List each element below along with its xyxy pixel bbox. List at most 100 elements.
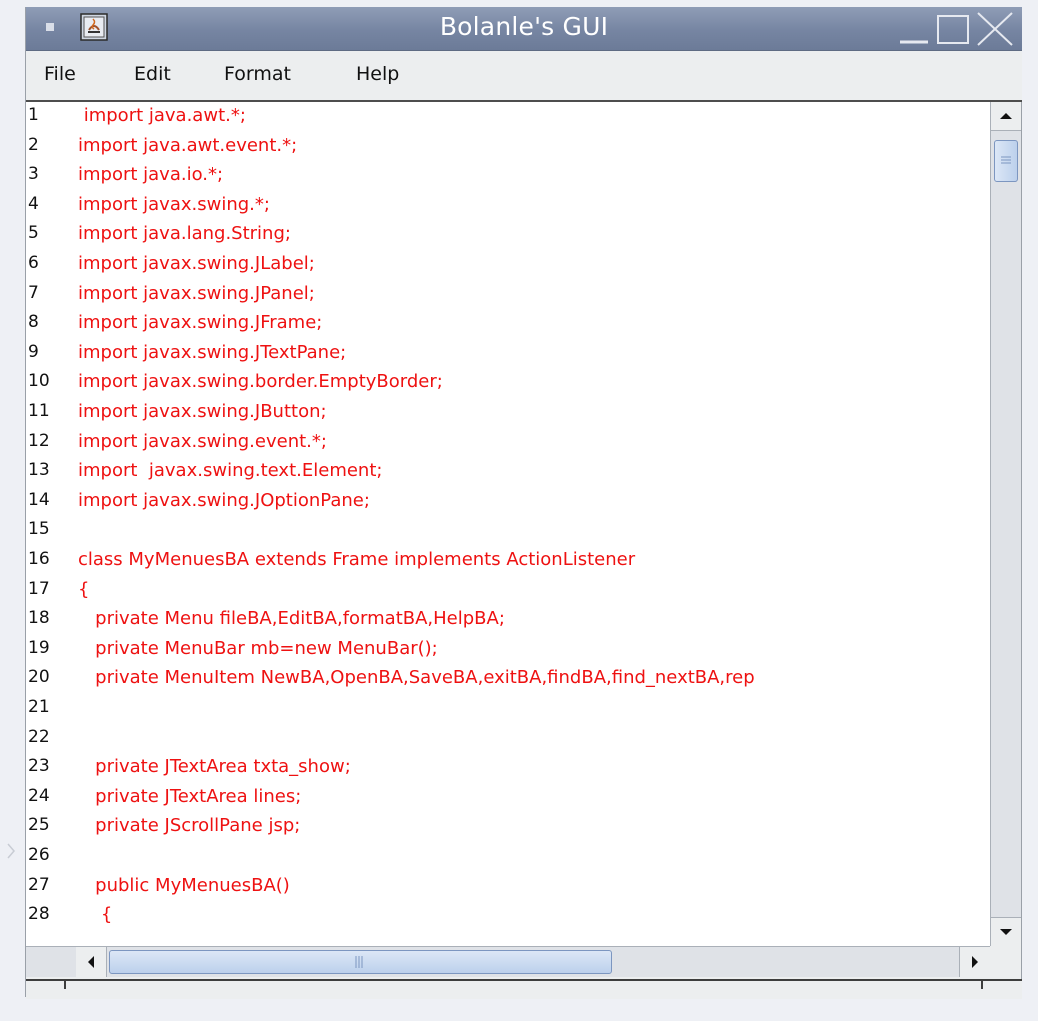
line-number: 2 — [28, 134, 39, 155]
code-line[interactable]: 16 class MyMenuesBA extends Frame impleme… — [26, 547, 990, 572]
code-line[interactable]: 27 public MyMenuesBA() — [26, 873, 990, 898]
line-number: 16 — [28, 549, 50, 569]
code-line[interactable]: 26 — [26, 843, 990, 868]
line-number: 19 — [28, 637, 50, 658]
code-text[interactable]: private Menu fileBA,EditBA,formatBA,Help… — [78, 606, 505, 631]
arrow-up-icon — [1000, 113, 1012, 119]
code-text[interactable]: private JTextArea lines; — [78, 784, 301, 809]
code-text[interactable]: import javax.swing.border.EmptyBorder; — [78, 369, 443, 394]
line-number: 12 — [28, 430, 50, 451]
code-line[interactable]: 10 import javax.swing.border.EmptyBorder; — [26, 369, 990, 394]
line-number: 21 — [28, 697, 50, 717]
window-title: Bolanle's GUI — [439, 12, 609, 41]
line-number: 1 — [28, 105, 39, 125]
code-text[interactable]: import javax.swing.JOptionPane; — [78, 488, 370, 513]
vertical-scroll-thumb[interactable] — [994, 140, 1018, 182]
code-line[interactable]: 2 import java.awt.event.*; — [26, 133, 990, 158]
code-line[interactable]: 11 import javax.swing.JButton; — [26, 399, 990, 424]
code-text[interactable]: import javax.swing.*; — [78, 192, 270, 217]
code-text[interactable]: import java.lang.String; — [78, 221, 291, 246]
grip-icon — [355, 956, 363, 968]
code-text[interactable]: private JScrollPane jsp; — [78, 813, 300, 838]
maximize-icon[interactable] — [937, 15, 969, 44]
title-bar[interactable]: Bolanle's GUI — [26, 7, 1022, 51]
code-line[interactable]: 3 import java.io.*; — [26, 162, 990, 187]
line-number: 10 — [28, 371, 50, 392]
menu-edit[interactable]: Edit — [134, 63, 171, 85]
code-line[interactable]: 19 private MenuBar mb=new MenuBar(); — [26, 636, 990, 661]
code-line[interactable]: 23 private JTextArea txta_show; — [26, 754, 990, 779]
line-number: 25 — [28, 815, 50, 836]
scroll-corner — [990, 946, 1021, 977]
chevron-right-icon — [7, 843, 15, 859]
code-editor[interactable]: 1 import java.awt.*; 2 import java.awt.eve… — [26, 102, 990, 946]
code-text[interactable]: import java.io.*; — [78, 162, 223, 187]
code-text[interactable]: private JTextArea txta_show; — [78, 754, 351, 779]
code-line[interactable]: 22 — [26, 725, 990, 750]
line-number: 20 — [28, 667, 50, 688]
menu-format[interactable]: Format — [224, 63, 291, 85]
code-line[interactable]: 6 import javax.swing.JLabel; — [26, 251, 990, 276]
code-text[interactable]: private MenuBar mb=new MenuBar(); — [78, 636, 438, 661]
code-line[interactable]: 5 import java.lang.String; — [26, 221, 990, 246]
code-text[interactable]: { — [78, 902, 112, 927]
scroll-left-button[interactable] — [76, 947, 107, 977]
code-line[interactable]: 18 private Menu fileBA,EditBA,formatBA,H… — [26, 606, 990, 631]
code-text[interactable]: import java.awt.*; — [78, 103, 246, 128]
scroll-right-button[interactable] — [959, 947, 990, 977]
code-text[interactable]: import javax.swing.JLabel; — [78, 251, 315, 276]
code-line[interactable]: 21 — [26, 695, 990, 720]
vertical-scrollbar[interactable] — [990, 102, 1021, 946]
code-text[interactable]: class MyMenuesBA extends Frame implement… — [78, 547, 635, 572]
scroll-up-button[interactable] — [991, 102, 1021, 131]
code-text[interactable]: import javax.swing.JButton; — [78, 399, 327, 424]
arrow-down-icon — [1000, 929, 1012, 935]
code-line[interactable]: 28 { — [26, 902, 990, 927]
code-line[interactable]: 12 import javax.swing.event.*; — [26, 429, 990, 454]
code-line[interactable]: 9 import javax.swing.JTextPane; — [26, 340, 990, 365]
scroll-down-button[interactable] — [991, 917, 1021, 946]
close-icon[interactable] — [977, 12, 1013, 46]
menu-help[interactable]: Help — [356, 63, 399, 85]
code-text[interactable]: import javax.swing.JFrame; — [78, 310, 322, 335]
code-line[interactable]: 24 private JTextArea lines; — [26, 784, 990, 809]
line-number: 26 — [28, 845, 50, 865]
line-number: 7 — [28, 282, 39, 303]
code-line[interactable]: 14 import javax.swing.JOptionPane; — [26, 488, 990, 513]
code-line-partial — [26, 932, 990, 944]
code-line[interactable]: 13 import javax.swing.text.Element; — [26, 458, 990, 483]
horizontal-scrollbar[interactable] — [26, 946, 990, 977]
code-text[interactable]: import javax.swing.JTextPane; — [78, 340, 346, 365]
code-line[interactable]: 15 — [26, 517, 990, 542]
line-number: 8 — [28, 312, 39, 333]
grip-icon — [1001, 156, 1011, 164]
line-number: 27 — [28, 874, 50, 895]
app-window: Bolanle's GUI File Edit Format Help 1 im… — [25, 7, 1022, 999]
code-text[interactable]: import java.awt.event.*; — [78, 133, 297, 158]
code-line[interactable]: 17 { — [26, 577, 990, 602]
horizontal-scroll-thumb[interactable] — [109, 950, 612, 974]
code-line[interactable]: 25 private JScrollPane jsp; — [26, 813, 990, 838]
code-text[interactable]: private MenuItem NewBA,OpenBA,SaveBA,exi… — [78, 665, 755, 690]
code-line[interactable]: 20 private MenuItem NewBA,OpenBA,SaveBA,… — [26, 665, 990, 690]
code-text[interactable]: public MyMenuesBA() — [78, 873, 290, 898]
code-line[interactable]: 8 import javax.swing.JFrame; — [26, 310, 990, 335]
line-number: 17 — [28, 578, 50, 599]
code-line[interactable]: 7 import javax.swing.JPanel; — [26, 281, 990, 306]
arrow-left-icon — [88, 956, 94, 968]
code-text[interactable]: import javax.swing.JPanel; — [78, 281, 315, 306]
line-number: 6 — [28, 253, 39, 273]
line-number: 4 — [28, 193, 39, 214]
status-divider — [981, 981, 983, 989]
code-text[interactable]: import javax.swing.text.Element; — [78, 458, 382, 483]
line-number: 13 — [28, 460, 50, 481]
code-text[interactable]: import javax.swing.event.*; — [78, 429, 327, 454]
code-text[interactable]: { — [78, 577, 89, 602]
code-line[interactable]: 4 import javax.swing.*; — [26, 192, 990, 217]
window-controls — [900, 12, 1013, 46]
line-number: 22 — [28, 726, 50, 747]
line-number: 11 — [28, 401, 50, 421]
line-number: 28 — [28, 904, 50, 925]
menu-file[interactable]: File — [44, 63, 76, 85]
code-line[interactable]: 1 import java.awt.*; — [26, 103, 990, 128]
